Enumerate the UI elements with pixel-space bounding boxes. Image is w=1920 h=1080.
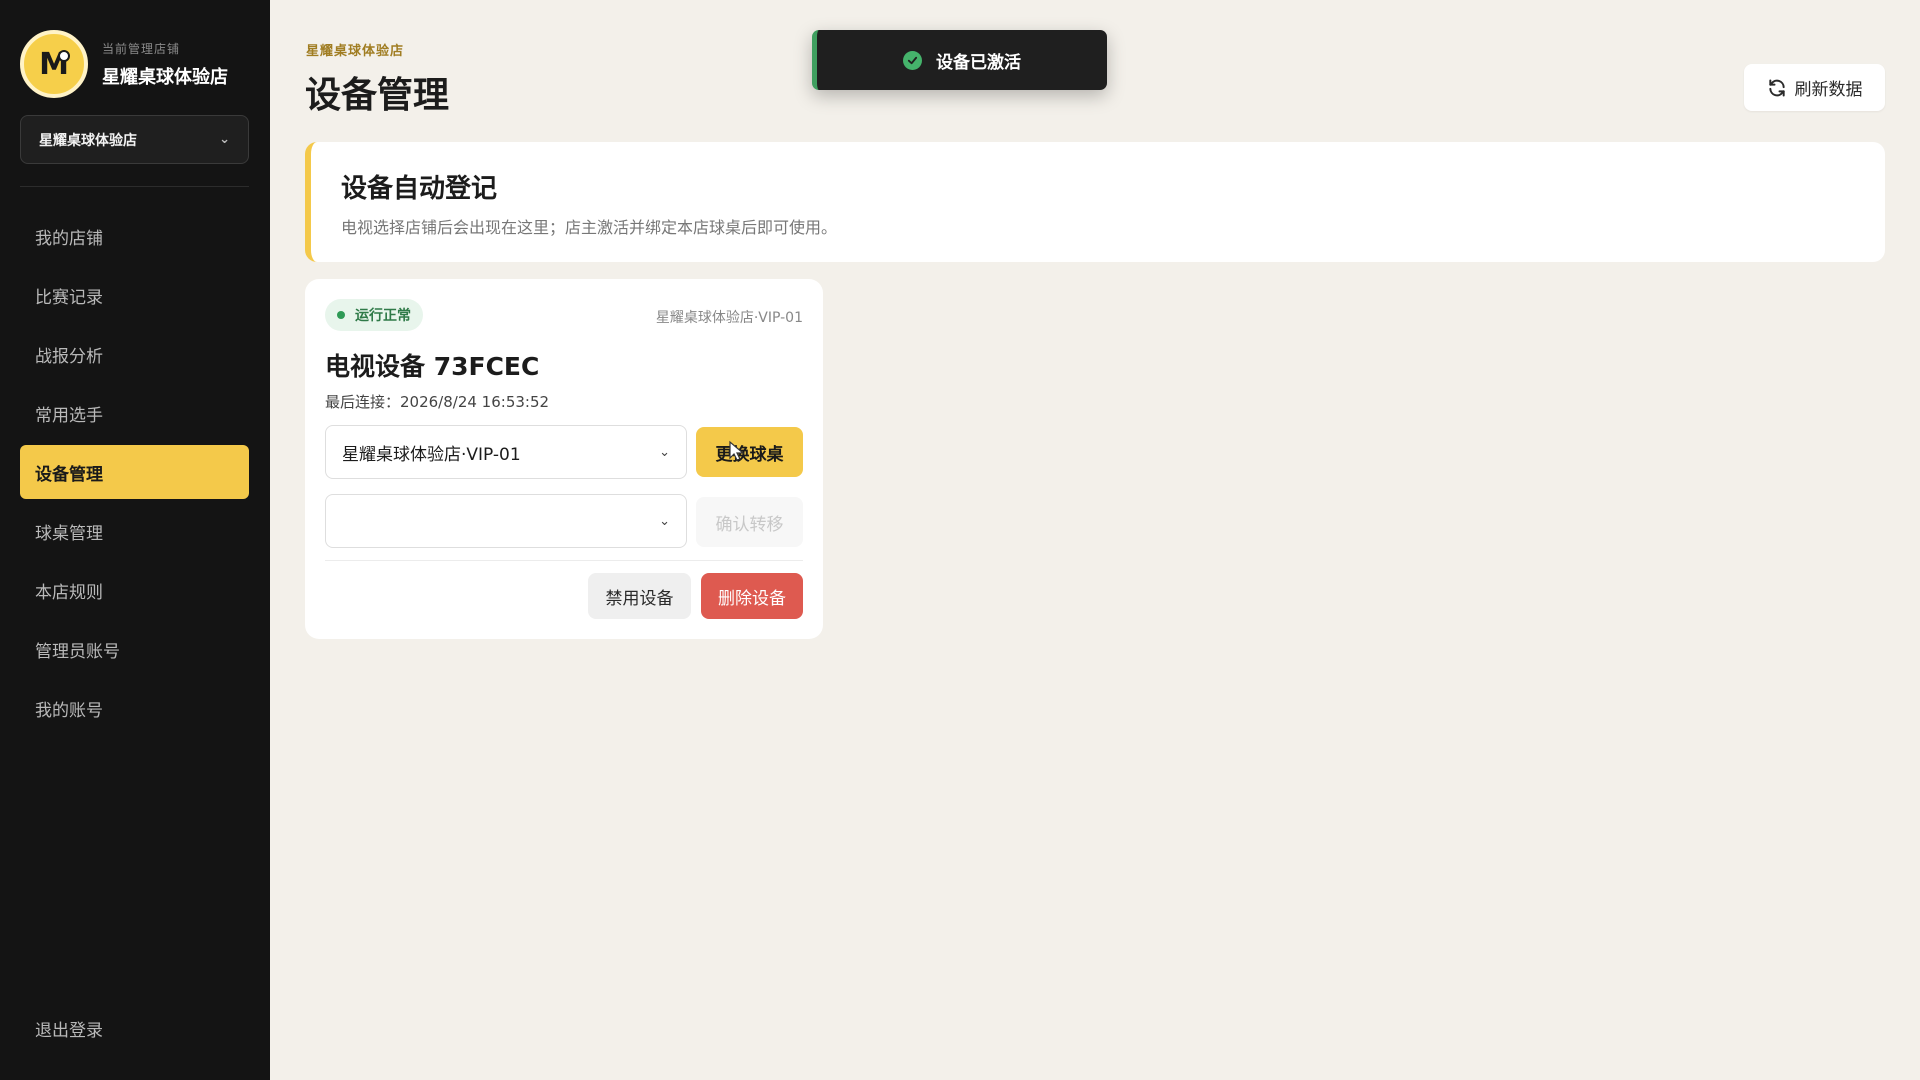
info-title: 设备自动登记 (341, 174, 498, 204)
app: M 当前管理店铺 星耀桌球体验店 星耀桌球体验店 ⌄ 我的店铺 比赛记录 战报分… (0, 0, 1920, 1080)
sidebar-divider (20, 186, 249, 187)
refresh-label: 刷新数据 (1794, 80, 1863, 100)
card-divider (325, 560, 803, 561)
info-description: 电视选择店铺后会出现在这里；店主激活并绑定本店球桌后即可使用。 (341, 218, 838, 237)
sidebar-item-device-management[interactable]: 设备管理 (20, 445, 249, 499)
sidebar-item-frequent-players[interactable]: 常用选手 (20, 386, 249, 440)
sidebar-nav: 我的店铺 比赛记录 战报分析 常用选手 设备管理 球桌管理 本店规则 管理员账号… (20, 209, 249, 740)
brand: M 当前管理店铺 星耀桌球体验店 (20, 30, 228, 98)
info-card: 设备自动登记 电视选择店铺后会出现在这里；店主激活并绑定本店球桌后即可使用。 (305, 142, 1885, 262)
brand-subtitle: 当前管理店铺 (102, 41, 181, 56)
device-location: 星耀桌球体验店·VIP-01 (655, 310, 803, 326)
sidebar-item-store-rules[interactable]: 本店规则 (20, 563, 249, 617)
status-badge: 运行正常 (325, 299, 423, 331)
status-dot-icon (337, 311, 345, 319)
sidebar-item-my-store[interactable]: 我的店铺 (20, 209, 249, 263)
change-table-button[interactable]: 更换球桌 (696, 427, 803, 477)
toast-text: 设备已激活 (936, 52, 1021, 73)
brand-name: 星耀桌球体验店 (102, 66, 228, 88)
store-select[interactable]: 星耀桌球体验店 ⌄ (20, 115, 249, 164)
store-select-value: 星耀桌球体验店 (39, 132, 137, 149)
device-name: 电视设备 73FCEC (325, 352, 540, 381)
page-title: 设备管理 (305, 75, 450, 116)
confirm-transfer-button[interactable]: 确认转移 (696, 497, 803, 547)
logo-icon: M (20, 30, 88, 98)
sidebar-item-table-management[interactable]: 球桌管理 (20, 504, 249, 558)
refresh-icon (1768, 79, 1785, 96)
logout-button[interactable]: 退出登录 (35, 1016, 103, 1041)
refresh-data-button[interactable]: 刷新数据 (1744, 64, 1885, 111)
disable-device-button[interactable]: 禁用设备 (588, 573, 691, 619)
chevron-down-icon: ⌄ (659, 444, 670, 460)
chevron-down-icon: ⌄ (659, 513, 670, 529)
chevron-down-icon: ⌄ (219, 132, 230, 147)
check-circle-icon (903, 50, 922, 70)
sidebar-item-admin-accounts[interactable]: 管理员账号 (20, 622, 249, 676)
toast-notification: 设备已激活 (812, 30, 1107, 90)
mouse-cursor-icon (729, 440, 745, 461)
sidebar-item-my-account[interactable]: 我的账号 (20, 681, 249, 735)
sidebar-item-report-analysis[interactable]: 战报分析 (20, 327, 249, 381)
last-connected: 最后连接：2026/8/24 16:53:52 (325, 393, 550, 411)
breadcrumb: 星耀桌球体验店 (306, 44, 405, 59)
transfer-select[interactable]: ⌄ (325, 494, 687, 548)
table-select-value: 星耀桌球体验店·VIP-01 (342, 444, 521, 465)
sidebar: M 当前管理店铺 星耀桌球体验店 星耀桌球体验店 ⌄ 我的店铺 比赛记录 战报分… (0, 0, 270, 1080)
table-select[interactable]: 星耀桌球体验店·VIP-01 ⌄ (325, 425, 687, 479)
sidebar-item-match-records[interactable]: 比赛记录 (20, 268, 249, 322)
delete-device-button[interactable]: 删除设备 (701, 573, 803, 619)
